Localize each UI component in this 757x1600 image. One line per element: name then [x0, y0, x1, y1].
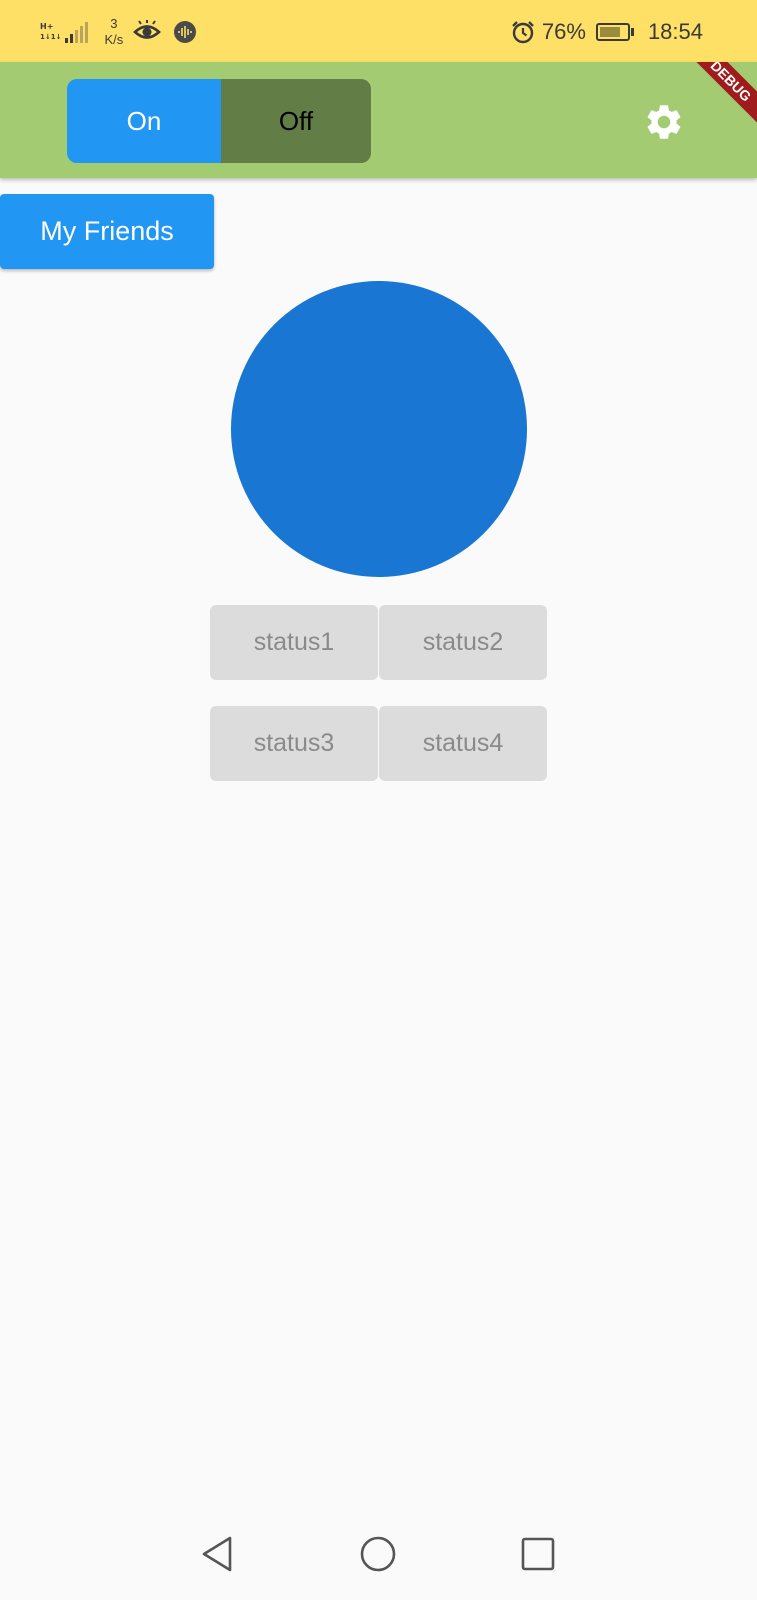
app-bar: On Off DEBUG [0, 62, 757, 178]
battery-level-fill [599, 27, 620, 37]
network-type-top: H+ [40, 22, 54, 31]
status1-button[interactable]: status1 [210, 605, 378, 680]
status-bar-right: 76% 18:54 [510, 14, 703, 50]
settings-button[interactable] [640, 98, 688, 146]
status3-button[interactable]: status3 [210, 706, 378, 781]
my-friends-button[interactable]: My Friends [0, 194, 214, 269]
signal-icon [65, 21, 89, 43]
battery-cap [630, 28, 634, 36]
network-type-bottom: 1↓1↓ [40, 33, 62, 41]
network-speed-value: 3 [110, 16, 118, 31]
audio-wave-icon [174, 21, 197, 43]
status2-button[interactable]: status2 [379, 605, 547, 680]
battery-percent: 76% [541, 19, 586, 44]
clock-time: 18:54 [647, 19, 703, 44]
network-speed-unit: K/s [104, 32, 124, 47]
network-speed: 3 K/s [104, 16, 123, 48]
debug-banner-label: DEBUG [707, 62, 755, 105]
back-icon [202, 1536, 232, 1572]
toggle-on-button[interactable]: On [67, 79, 221, 163]
status-bar: H+ 1↓1↓ 3 K/s 76% 18:54 [0, 0, 757, 62]
recents-icon [521, 1537, 555, 1571]
network-type: H+ 1↓1↓ [40, 21, 61, 43]
home-icon [360, 1536, 396, 1572]
home-button[interactable] [354, 1530, 402, 1578]
back-button[interactable] [194, 1530, 242, 1578]
status-bar-left: H+ 1↓1↓ 3 K/s [40, 14, 199, 50]
status4-button[interactable]: status4 [379, 706, 547, 781]
eye-icon [133, 20, 162, 39]
alarm-icon [512, 21, 534, 44]
battery-charging-icon [595, 23, 630, 41]
gear-icon [647, 105, 681, 139]
on-off-toggle: On Off [67, 79, 371, 163]
status-circle [231, 281, 527, 577]
recents-button[interactable] [514, 1530, 562, 1578]
toggle-off-button[interactable]: Off [221, 79, 371, 163]
system-navigation-bar [0, 1508, 757, 1600]
